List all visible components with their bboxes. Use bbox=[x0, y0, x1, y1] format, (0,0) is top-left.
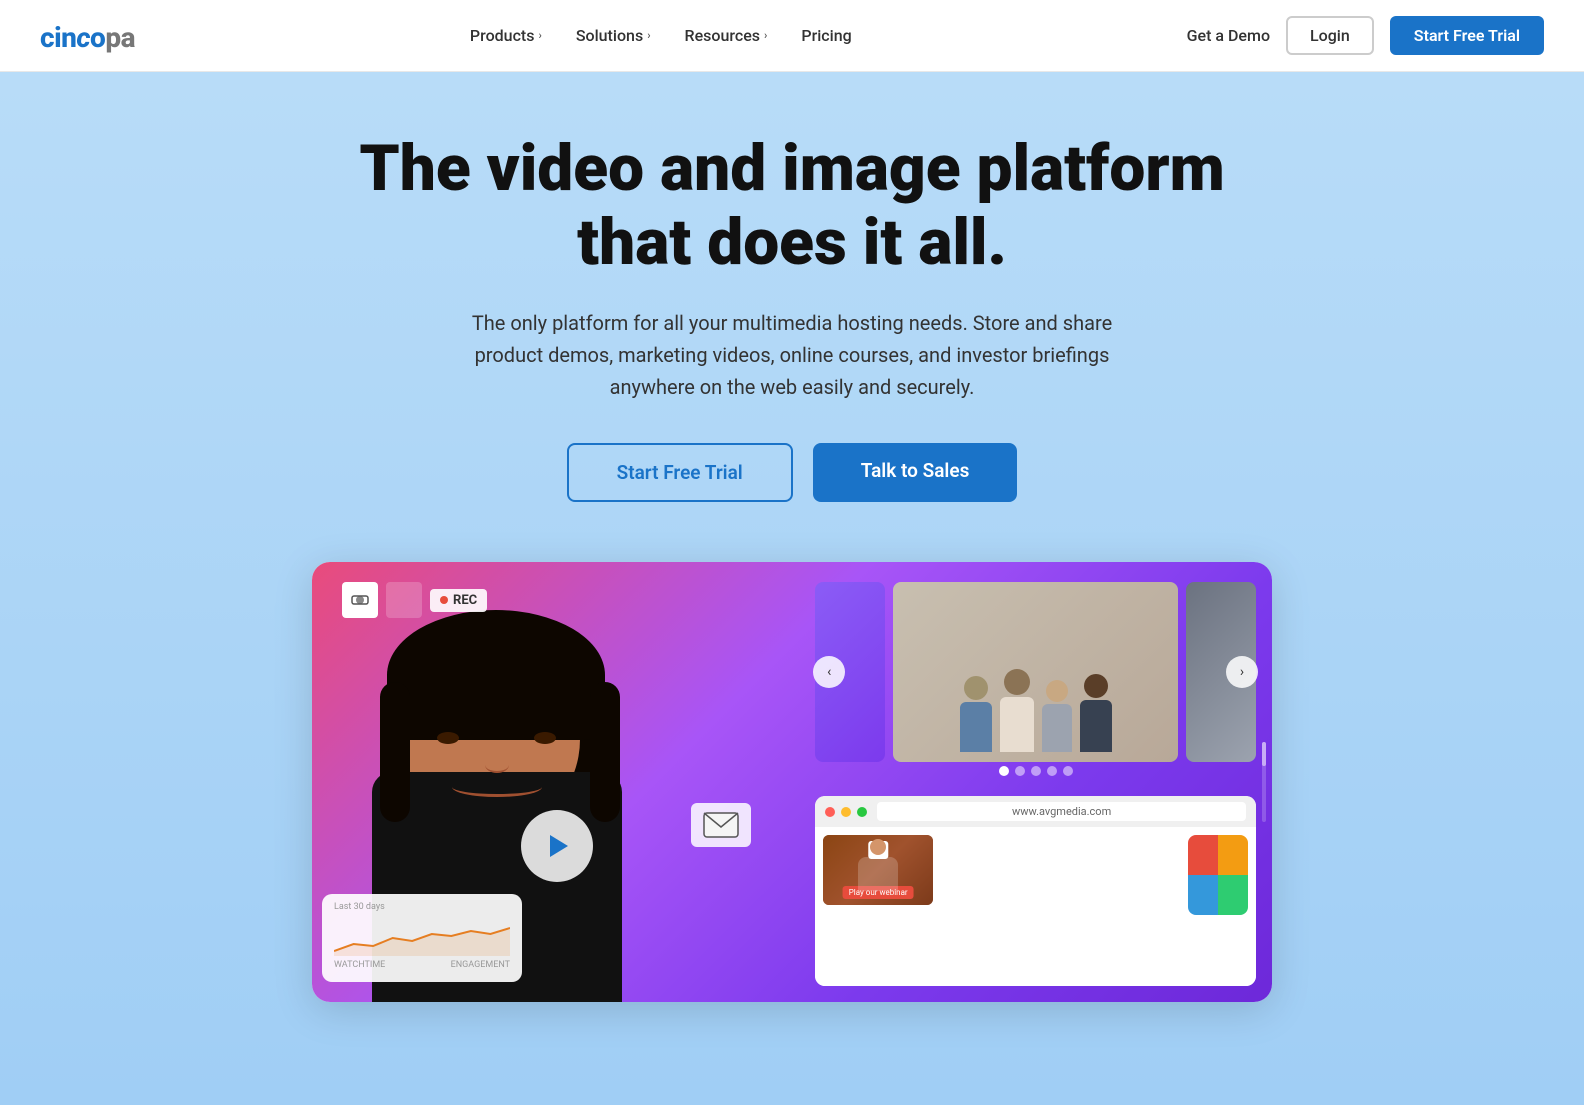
screen-icon bbox=[386, 582, 422, 618]
scroll-indicator bbox=[1262, 742, 1266, 822]
nav-item-pricing[interactable]: Pricing bbox=[789, 18, 863, 53]
solutions-label: Solutions bbox=[576, 26, 643, 45]
mockup-left-panel: REC bbox=[312, 562, 811, 1002]
rec-badge: REC bbox=[430, 589, 487, 612]
hair-left bbox=[380, 682, 410, 822]
hair-top bbox=[387, 610, 605, 740]
image-gallery: ‹ bbox=[815, 582, 1256, 776]
nav-links: Products › Solutions › Resources › Prici… bbox=[458, 18, 864, 53]
products-label: Products bbox=[470, 26, 535, 45]
browser-dot-red bbox=[825, 807, 835, 817]
group-people bbox=[960, 669, 1112, 762]
color-swatch-4 bbox=[1218, 875, 1248, 915]
webcam-icon bbox=[342, 582, 378, 618]
solutions-chevron-icon: › bbox=[647, 29, 650, 42]
browser-dot-yellow bbox=[841, 807, 851, 817]
start-trial-button-hero[interactable]: Start Free Trial bbox=[567, 443, 793, 502]
video-person bbox=[858, 839, 898, 889]
browser-url: www.avgmedia.com bbox=[877, 802, 1246, 821]
hero-subtitle: The only platform for all your multimedi… bbox=[452, 307, 1132, 403]
talk-to-sales-button[interactable]: Talk to Sales bbox=[813, 443, 1018, 502]
analytics-engagement: ENGAGEMENT bbox=[451, 960, 510, 970]
person-4 bbox=[1080, 674, 1112, 752]
scroll-thumb bbox=[1262, 742, 1266, 766]
pricing-link[interactable]: Pricing bbox=[789, 18, 863, 53]
email-icon-box bbox=[691, 803, 751, 847]
nav-item-products[interactable]: Products › bbox=[458, 18, 554, 53]
person-3 bbox=[1042, 680, 1072, 752]
gallery-dots bbox=[815, 766, 1256, 776]
email-icon bbox=[691, 803, 751, 847]
analytics-period: Last 30 days bbox=[334, 902, 385, 912]
gallery-dot-3[interactable] bbox=[1031, 766, 1041, 776]
gallery-wrapper: ‹ bbox=[815, 582, 1256, 762]
analytics-labels: Last 30 days bbox=[334, 902, 510, 912]
color-palette-area bbox=[941, 835, 1248, 915]
browser-bar: www.avgmedia.com bbox=[815, 796, 1256, 827]
hair-right bbox=[590, 682, 620, 822]
browser-content: S Play our webinar bbox=[815, 827, 1256, 986]
products-link[interactable]: Products › bbox=[458, 18, 554, 53]
mockup-right-panel: ‹ bbox=[811, 562, 1272, 1002]
color-swatch-2 bbox=[1218, 835, 1248, 875]
solutions-link[interactable]: Solutions › bbox=[564, 18, 663, 53]
analytics-watchtime: WATCHTIME bbox=[334, 960, 385, 970]
rec-label: REC bbox=[453, 593, 477, 608]
color-swatch-1 bbox=[1188, 835, 1218, 875]
resources-chevron-icon: › bbox=[764, 29, 767, 42]
gallery-image-main bbox=[893, 582, 1178, 762]
logo-text: cincopa bbox=[40, 17, 135, 55]
gallery-next-button[interactable]: › bbox=[1226, 656, 1258, 688]
browser-dot-green bbox=[857, 807, 867, 817]
analytics-chart bbox=[334, 916, 510, 956]
login-button[interactable]: Login bbox=[1286, 16, 1374, 55]
color-palette bbox=[1188, 835, 1248, 915]
nav-item-solutions[interactable]: Solutions › bbox=[564, 18, 663, 53]
resources-link[interactable]: Resources › bbox=[673, 18, 780, 53]
hero-title-line1: The video and image platform bbox=[359, 131, 1224, 206]
play-button[interactable] bbox=[521, 810, 593, 882]
hero-mockup: REC bbox=[312, 562, 1272, 1002]
hero-cta-buttons: Start Free Trial Talk to Sales bbox=[567, 443, 1018, 502]
logo[interactable]: cincopa bbox=[40, 17, 135, 55]
resources-label: Resources bbox=[685, 26, 761, 45]
rec-dot-icon bbox=[440, 596, 448, 604]
mockup-inner: REC bbox=[312, 562, 1272, 1002]
gallery-dot-5[interactable] bbox=[1063, 766, 1073, 776]
analytics-x-labels: WATCHTIME ENGAGEMENT bbox=[334, 960, 510, 970]
person-1 bbox=[960, 676, 992, 752]
browser-card: www.avgmedia.com S Play our webinar bbox=[815, 796, 1256, 986]
analytics-card: Last 30 days WATCHTIME ENGAGEMENT bbox=[322, 894, 522, 982]
nav-item-resources[interactable]: Resources › bbox=[673, 18, 780, 53]
navbar: cincopa Products › Solutions › Resources… bbox=[0, 0, 1584, 72]
browser-video-thumbnail: S Play our webinar bbox=[823, 835, 933, 905]
gallery-dot-1[interactable] bbox=[999, 766, 1009, 776]
products-chevron-icon: › bbox=[538, 29, 541, 42]
recording-bar: REC bbox=[342, 582, 487, 618]
color-swatch-3 bbox=[1188, 875, 1218, 915]
gallery-dot-4[interactable] bbox=[1047, 766, 1057, 776]
gallery-prev-button[interactable]: ‹ bbox=[813, 656, 845, 688]
hero-section: The video and image platform that does i… bbox=[0, 72, 1584, 1105]
person-2 bbox=[1000, 669, 1034, 752]
pricing-label: Pricing bbox=[801, 26, 851, 45]
gallery-dot-2[interactable] bbox=[1015, 766, 1025, 776]
hero-title: The video and image platform that does i… bbox=[359, 132, 1224, 279]
get-demo-button[interactable]: Get a Demo bbox=[1187, 26, 1270, 45]
start-trial-button-nav[interactable]: Start Free Trial bbox=[1390, 16, 1544, 55]
hero-title-line2: that does it all. bbox=[577, 205, 1007, 280]
nav-right: Get a Demo Login Start Free Trial bbox=[1187, 16, 1544, 55]
